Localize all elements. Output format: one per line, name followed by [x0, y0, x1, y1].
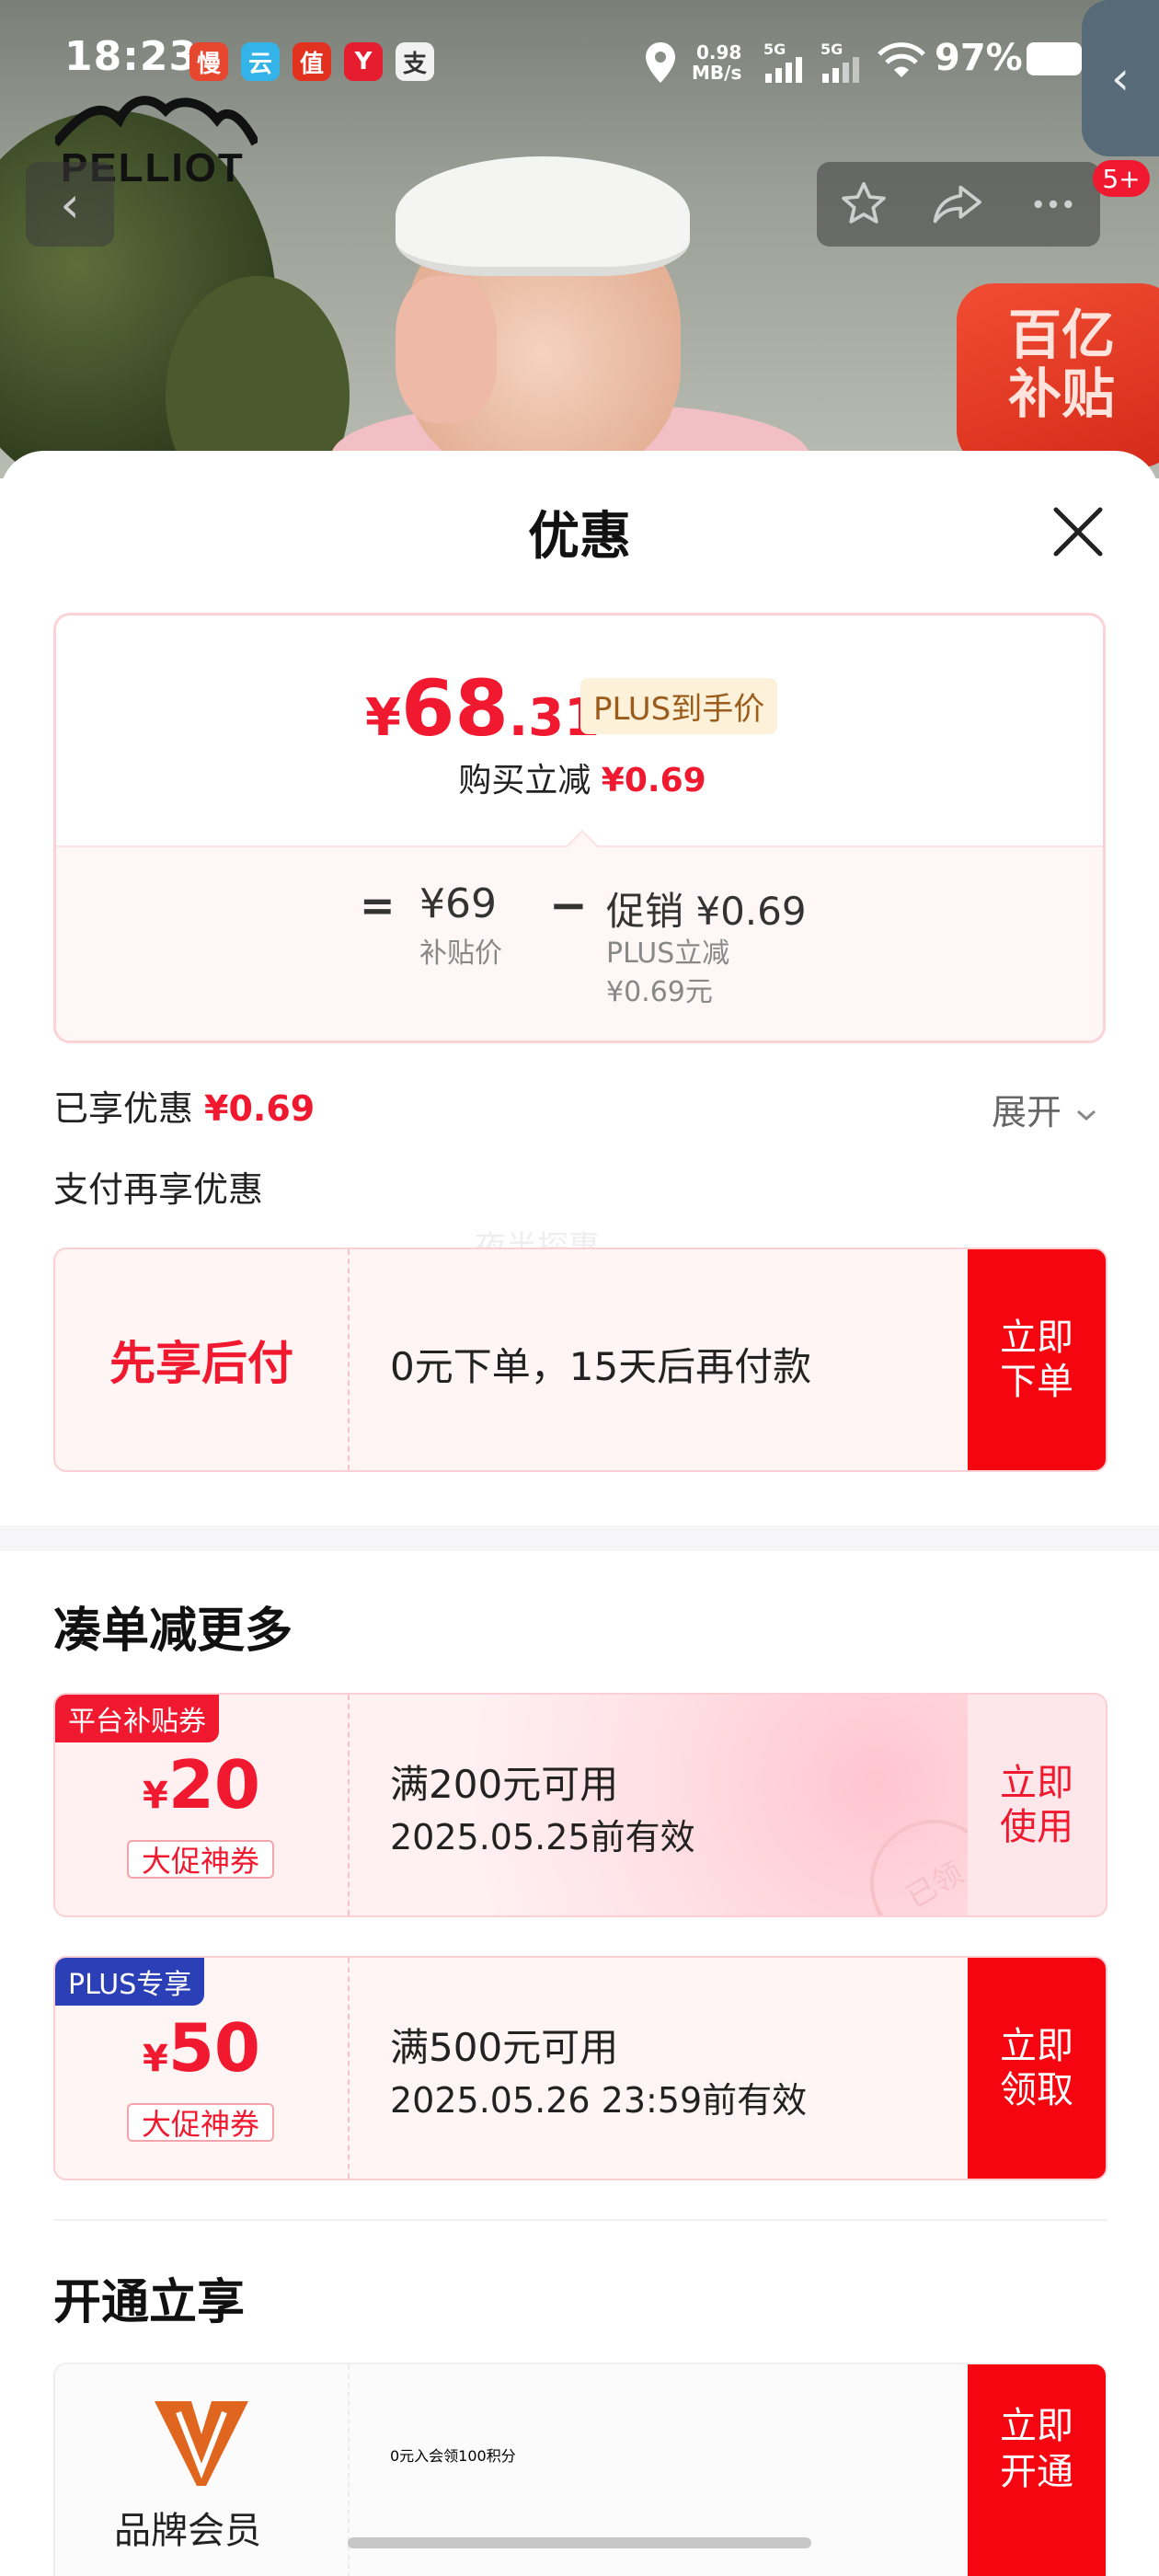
equals-sign: = — [360, 880, 396, 930]
pay-later-desc: 0元下单，15天后再付款 — [390, 1344, 812, 1389]
brand-member-logo-icon — [155, 2401, 248, 2486]
coupon-left: 平台补贴券 ¥20 大促神券 — [55, 1695, 350, 1915]
expand-button[interactable]: 展开 — [992, 1084, 1100, 1134]
wifi-icon — [878, 42, 925, 77]
subsidy-badge: 百亿 补贴 — [957, 283, 1159, 467]
signal-icon — [822, 57, 859, 83]
use-now-button[interactable]: 立即使用 — [968, 1695, 1106, 1915]
coupon-tag: 平台补贴券 — [55, 1695, 219, 1742]
section-divider — [53, 2219, 1107, 2221]
top-actions — [817, 162, 1100, 247]
home-indicator[interactable] — [348, 2537, 811, 2548]
coupon-card: PLUS专享 ¥50 大促神券 满500元可用 2025.05.26 23:59… — [53, 1956, 1107, 2180]
side-drawer-handle[interactable]: ‹ — [1082, 0, 1159, 156]
coupon-amount: ¥50 — [142, 2009, 261, 2087]
more-icon[interactable] — [1027, 178, 1079, 230]
signal-5g-label: 5G — [763, 40, 786, 58]
pay-later-card: 先享后付 0元下单，15天后再付款 立即下单 — [53, 1248, 1107, 1472]
app-icon: 值 — [293, 42, 331, 81]
chevron-left-icon: ‹ — [60, 175, 80, 234]
promo-discount: 促销 ¥0.69 — [606, 889, 807, 934]
notification-badge: 5+ — [1093, 160, 1150, 197]
back-button[interactable]: ‹ — [26, 162, 114, 247]
pay-later-name: 先享后付 — [109, 1337, 293, 1390]
price-summary: ¥68.31 PLUS到手价 购买立减 ¥0.69 = ¥69 补贴价 − 促销… — [53, 613, 1106, 1043]
subsidy-price-label: 补贴价 — [419, 937, 502, 970]
hero-hand — [396, 276, 497, 423]
battery-icon — [1027, 42, 1082, 75]
membership-left: 品牌会员 — [55, 2364, 350, 2576]
plus-price-tag: PLUS到手价 — [580, 678, 778, 734]
price-breakdown — [56, 845, 1103, 1041]
hero-visor — [396, 156, 690, 276]
promo-detail: PLUS立减 — [606, 937, 730, 970]
membership-desc: 0元入会领100积分 — [390, 2447, 516, 2465]
chevron-down-icon — [1077, 1110, 1096, 1121]
signal-icon — [765, 57, 802, 83]
coupon-amount: ¥20 — [142, 1746, 261, 1823]
star-icon[interactable] — [838, 178, 889, 230]
coupon-left: PLUS专享 ¥50 大促神券 — [55, 1958, 350, 2179]
mountain-logo-icon — [55, 96, 258, 147]
coupon-validity: 2025.05.25前有效 — [390, 1817, 695, 1857]
coupon-condition: 满500元可用 — [390, 2025, 619, 2070]
status-time: 18:23 — [64, 33, 199, 80]
coupon-card: 平台补贴券 ¥20 大促神券 满200元可用 2025.05.25前有效 已领 … — [53, 1693, 1107, 1917]
section-divider — [0, 1525, 1159, 1551]
sheet-title: 优惠 — [528, 507, 631, 567]
promo-detail-amount: ¥0.69元 — [606, 976, 713, 1008]
pay-later-left: 先享后付 — [55, 1249, 350, 1470]
join-now-button[interactable]: 立即开通 — [968, 2364, 1106, 2576]
claim-now-button[interactable]: 立即领取 — [968, 1958, 1106, 2179]
net-speed: 0.98 MB/s — [692, 41, 742, 84]
chevron-left-icon: ‹ — [1111, 52, 1130, 105]
coupon-badge: 大促神券 — [127, 2103, 274, 2142]
pay-section-title: 支付再享优惠 — [53, 1169, 264, 1210]
coupon-tag: PLUS专享 — [55, 1958, 205, 2006]
app-icon: 支 — [396, 42, 434, 81]
coupon-validity: 2025.05.26 23:59前有效 — [390, 2080, 808, 2121]
share-icon[interactable] — [931, 178, 986, 230]
battery-percent: 97% — [935, 37, 1023, 79]
app-icon: 云 — [241, 42, 280, 81]
minus-sign: − — [549, 879, 588, 932]
order-now-button[interactable]: 立即下单 — [968, 1249, 1106, 1470]
membership-section-title: 开通立享 — [53, 2275, 246, 2330]
enjoyed-discount: 已享优惠 ¥0.69 — [53, 1088, 316, 1129]
purchase-reduction: 购买立减 ¥0.69 — [458, 762, 706, 799]
app-icon: 慢 — [189, 42, 228, 81]
coupon-badge: 大促神券 — [127, 1840, 274, 1879]
location-icon — [646, 42, 675, 83]
bundle-section-title: 凑单减更多 — [53, 1604, 293, 1659]
subsidy-price: ¥69 — [419, 880, 497, 927]
coupon-condition: 满200元可用 — [390, 1762, 619, 1807]
app-icon: Y — [344, 42, 383, 81]
signal-5g-label: 5G — [820, 40, 843, 58]
close-icon[interactable] — [1049, 502, 1107, 561]
membership-label: 品牌会员 — [114, 2510, 261, 2552]
final-price: ¥68.31 — [365, 663, 601, 753]
